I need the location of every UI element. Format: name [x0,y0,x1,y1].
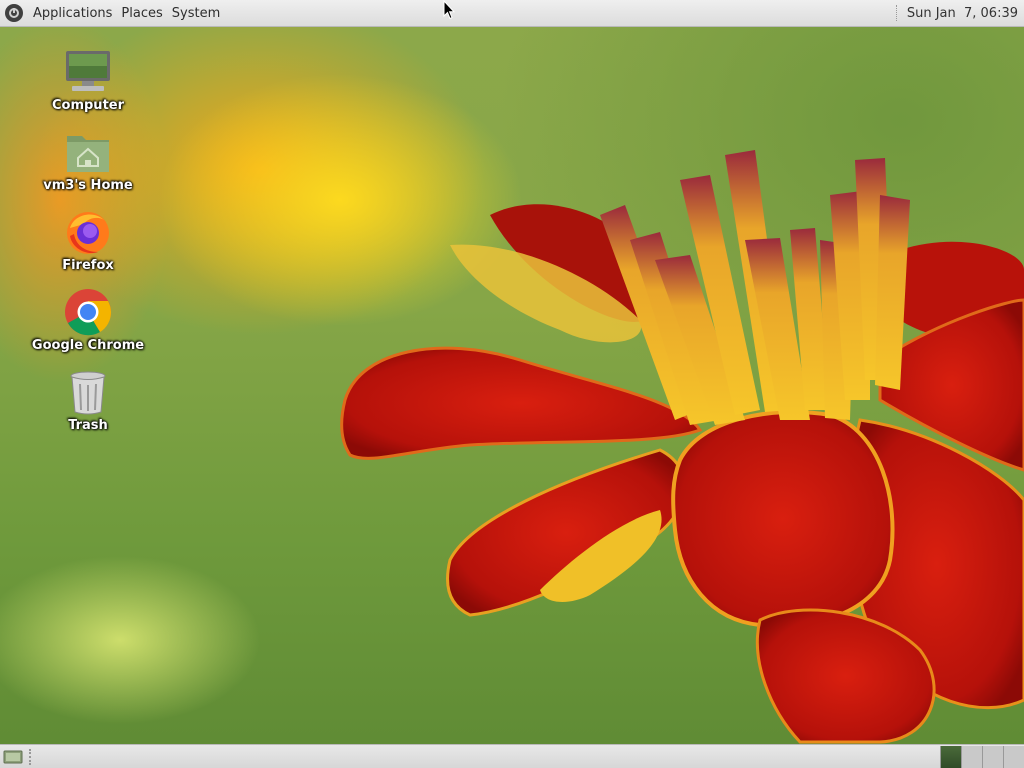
distro-logo-icon[interactable] [5,4,23,22]
firefox-icon [64,208,112,256]
top-panel: Applications Places System Sun Jan 7, 06… [0,0,1024,27]
system-menu[interactable]: System [168,6,224,21]
desktop-icon-trash[interactable]: Trash [28,368,148,433]
panel-separator [895,5,899,21]
desktop-icon-chrome[interactable]: Google Chrome [28,288,148,353]
computer-icon [64,48,112,96]
workspace-3[interactable] [982,745,1003,768]
applications-menu[interactable]: Applications [29,6,116,21]
show-desktop-icon[interactable] [3,749,23,765]
trash-icon [64,368,112,416]
mouse-cursor-icon [443,0,455,20]
desktop-icon-label: Google Chrome [31,338,145,353]
clock[interactable]: Sun Jan 7, 06:39 [907,6,1018,21]
workspace-4[interactable] [1003,745,1024,768]
workspace-1[interactable] [940,745,961,768]
bottom-panel [0,744,1024,768]
desktop-icon-label: Trash [68,418,108,433]
desktop-icon-label: Computer [51,98,125,113]
places-menu[interactable]: Places [117,6,166,21]
desktop-icon-home[interactable]: vm3's Home [28,128,148,193]
desktop[interactable]: Applications Places System Sun Jan 7, 06… [0,0,1024,768]
chrome-icon [64,288,112,336]
desktop-icon-label: vm3's Home [43,178,133,193]
home-folder-icon [64,128,112,176]
desktop-icon-computer[interactable]: Computer [28,48,148,113]
wallpaper-flower [340,150,1024,744]
desktop-icon-label: Firefox [62,258,114,273]
desktop-icon-firefox[interactable]: Firefox [28,208,148,273]
workspace-2[interactable] [961,745,982,768]
panel-handle[interactable] [29,749,35,765]
workspace-switcher [940,745,1024,768]
